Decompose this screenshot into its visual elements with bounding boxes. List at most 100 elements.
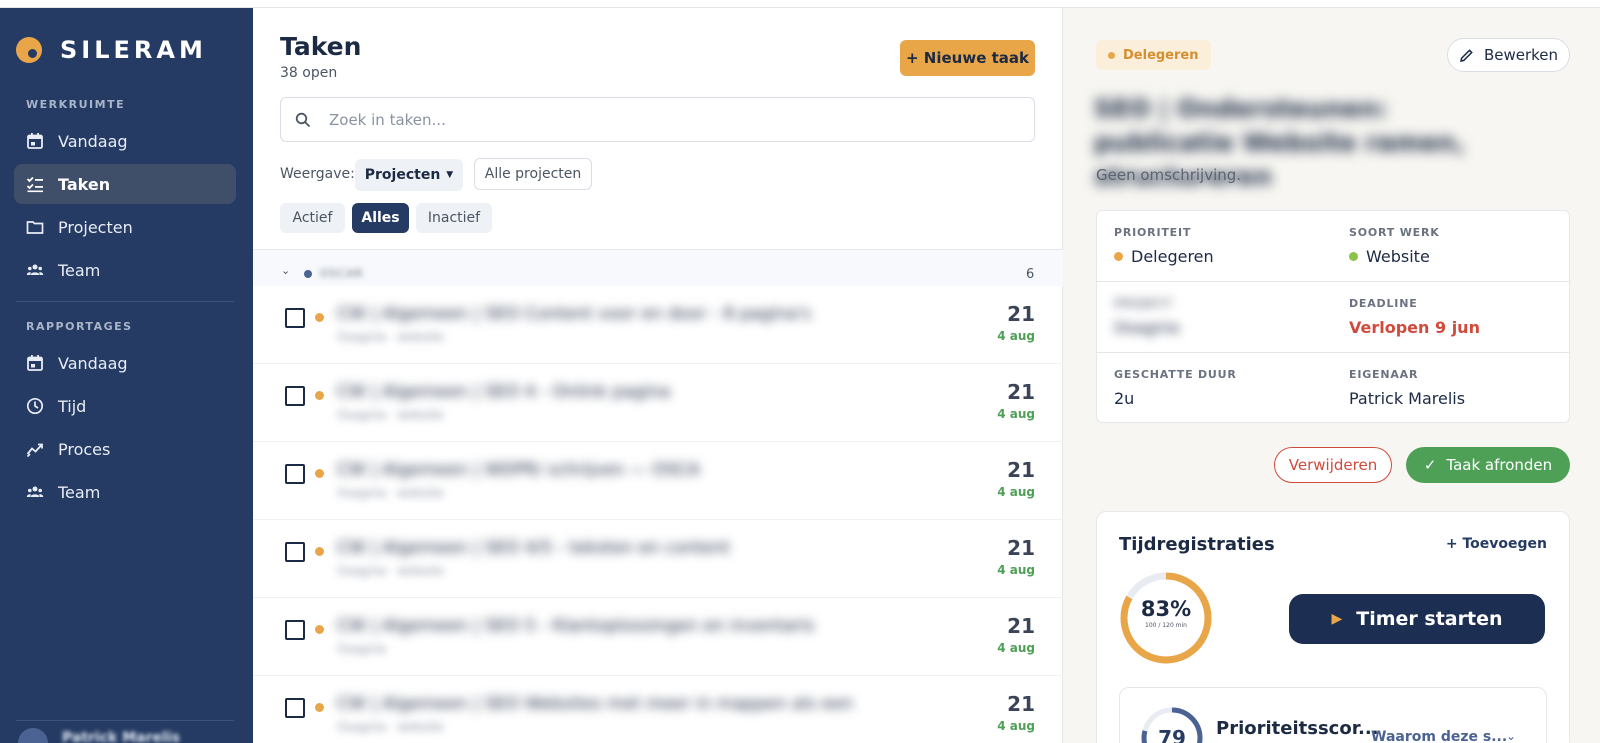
sidebar-item-vandaag[interactable]: Vandaag: [14, 121, 236, 161]
sidebar-divider: [16, 720, 234, 721]
task-checkbox[interactable]: [285, 464, 305, 484]
task-name[interactable]: CW | Algemeen | SEO Websites met meer in…: [337, 694, 853, 714]
task-row[interactable]: CW | Algemeen | SEO 4 - Onlink pagina Os…: [253, 364, 1063, 442]
task-name[interactable]: CW | Algemeen | SEO Content voor en door…: [337, 304, 811, 324]
task-day: 21: [1007, 692, 1035, 716]
task-checkbox[interactable]: [285, 542, 305, 562]
field-label: EIGENAAR: [1349, 368, 1419, 381]
complete-label: Taak afronden: [1446, 456, 1553, 474]
edit-button[interactable]: Bewerken: [1447, 38, 1570, 72]
search-input[interactable]: [329, 110, 989, 129]
play-icon: ▶: [1331, 611, 1343, 627]
priority-dot: [315, 391, 324, 400]
field-label: GESCHATTE DUUR: [1114, 368, 1237, 381]
delete-button[interactable]: Verwijderen: [1274, 447, 1392, 483]
task-row[interactable]: CW | Algemeen | SEO 5 - Klantoplossingen…: [253, 598, 1063, 676]
people-icon: [26, 261, 44, 279]
new-task-button[interactable]: + Nieuwe taak: [900, 40, 1035, 76]
avatar[interactable]: [18, 728, 48, 743]
task-date: 4 aug: [997, 563, 1035, 577]
task-checkbox[interactable]: [285, 308, 305, 328]
time-card-title: Tijdregistraties: [1119, 534, 1275, 555]
filter-alles[interactable]: Alles: [352, 203, 409, 233]
task-name[interactable]: CW | Algemeen | SEO 4/5 - teksten en con…: [337, 538, 730, 558]
property-row: PRIORITEIT Delegeren SOORT WERK Website: [1097, 211, 1569, 282]
task-name[interactable]: CW | Algemeen | WDPR/ schrijven — OSCA: [337, 460, 700, 480]
sidebar-divider: [16, 301, 234, 302]
owner-value: Patrick Marelis: [1349, 389, 1466, 408]
open-count: 38 open: [280, 65, 338, 81]
task-checkbox[interactable]: [285, 620, 305, 640]
task-date: 4 aug: [997, 407, 1035, 421]
progress-minutes: 100 / 120 min: [1145, 622, 1187, 629]
logo-icon: [16, 37, 42, 63]
priority-field[interactable]: PRIORITEIT Delegeren: [1114, 226, 1214, 266]
task-day: 21: [1007, 458, 1035, 482]
sidebar-item-team[interactable]: Team: [14, 250, 236, 290]
chevron-down-icon[interactable]: ⌄: [1506, 729, 1516, 743]
search-box[interactable]: [280, 97, 1035, 142]
sidebar-item-label: Vandaag: [58, 353, 128, 373]
add-time-button[interactable]: + Toevoegen: [1446, 536, 1547, 552]
user-name[interactable]: Patrick Marelis: [62, 730, 180, 743]
task-row[interactable]: CW | Algemeen | SEO Websites met meer in…: [253, 676, 1063, 743]
priority-score: 79: [1158, 726, 1186, 743]
deadline-field[interactable]: DEADLINE Verlopen 9 jun: [1349, 297, 1480, 337]
duration-value: 2u: [1114, 389, 1135, 408]
sidebar-item-label: Proces: [58, 439, 111, 459]
priority-dot: [315, 313, 324, 322]
group-color-dot: [304, 270, 312, 278]
folder-icon: [26, 218, 44, 236]
task-name[interactable]: CW | Algemeen | SEO 5 - Klantoplossingen…: [337, 616, 814, 636]
task-meta: Osagnia: [337, 642, 386, 656]
view-select-value: Projecten: [364, 167, 441, 183]
task-day: 21: [1007, 614, 1035, 638]
trend-icon: [26, 440, 44, 458]
priority-badge: Delegeren: [1096, 40, 1211, 70]
checklist-icon: [26, 175, 44, 193]
field-label: PROJECT: [1114, 297, 1173, 310]
task-checkbox[interactable]: [285, 386, 305, 406]
task-meta: Osagnia · website: [337, 564, 444, 578]
task-properties: PRIORITEIT Delegeren SOORT WERK Website …: [1096, 210, 1570, 423]
group-header[interactable]: [253, 250, 1063, 286]
complete-task-button[interactable]: ✓ Taak afronden: [1406, 447, 1570, 483]
task-name[interactable]: CW | Algemeen | SEO 4 - Onlink pagina: [337, 382, 670, 402]
task-row[interactable]: CW | Algemeen | SEO Content voor en door…: [253, 286, 1063, 364]
task-meta: Osagnia · website: [337, 720, 444, 734]
property-row: PROJECT Osagnia DEADLINE Verlopen 9 jun: [1097, 282, 1569, 353]
sidebar-item-projecten[interactable]: Projecten: [14, 207, 236, 247]
sidebar-item-proces[interactable]: Proces: [14, 429, 236, 469]
filter-actief[interactable]: Actief: [280, 203, 345, 233]
task-checkbox[interactable]: [285, 698, 305, 718]
sidebar-item-rapport-vandaag[interactable]: Vandaag: [14, 343, 236, 383]
sidebar-item-rapport-team[interactable]: Team: [14, 472, 236, 512]
task-row[interactable]: CW | Algemeen | WDPR/ schrijven — OSCA O…: [253, 442, 1063, 520]
caret-down-icon: ▼: [446, 170, 454, 180]
sidebar-item-taken[interactable]: Taken: [14, 164, 236, 204]
timer-label: Timer starten: [1356, 608, 1503, 630]
priority-score-card[interactable]: 79 Prioriteitsscor... Waarom deze s... ⌄: [1119, 687, 1547, 743]
work-type-field[interactable]: SOORT WERK Website: [1349, 226, 1440, 266]
people-icon: [26, 483, 44, 501]
task-day: 21: [1007, 302, 1035, 326]
score-explanation-link[interactable]: Waarom deze s...: [1371, 729, 1507, 743]
work-type-value: Website: [1366, 247, 1430, 266]
duration-field[interactable]: GESCHATTE DUUR 2u: [1114, 368, 1237, 408]
project-filter[interactable]: Alle projecten: [474, 158, 592, 190]
sidebar-item-tijd[interactable]: Tijd: [14, 386, 236, 426]
badge-label: Delegeren: [1123, 47, 1199, 63]
field-label: SOORT WERK: [1349, 226, 1440, 239]
start-timer-button[interactable]: ▶ Timer starten: [1289, 594, 1545, 644]
calendar-icon: [26, 132, 44, 150]
section-label-rapportages: RAPPORTAGES: [26, 320, 133, 333]
chevron-down-icon[interactable]: ⌄: [281, 264, 290, 277]
task-description: Geen omschrijving.: [1096, 166, 1242, 184]
brand[interactable]: SILERAM: [16, 36, 207, 64]
project-field[interactable]: PROJECT Osagnia: [1114, 297, 1179, 337]
view-select[interactable]: Projecten ▼: [355, 159, 463, 191]
task-row[interactable]: CW | Algemeen | SEO 4/5 - teksten en con…: [253, 520, 1063, 598]
task-detail-panel: Delegeren Bewerken SEO | Ondersteunen: p…: [1063, 8, 1600, 743]
filter-inactief[interactable]: Inactief: [416, 203, 492, 233]
owner-field[interactable]: EIGENAAR Patrick Marelis: [1349, 368, 1465, 408]
